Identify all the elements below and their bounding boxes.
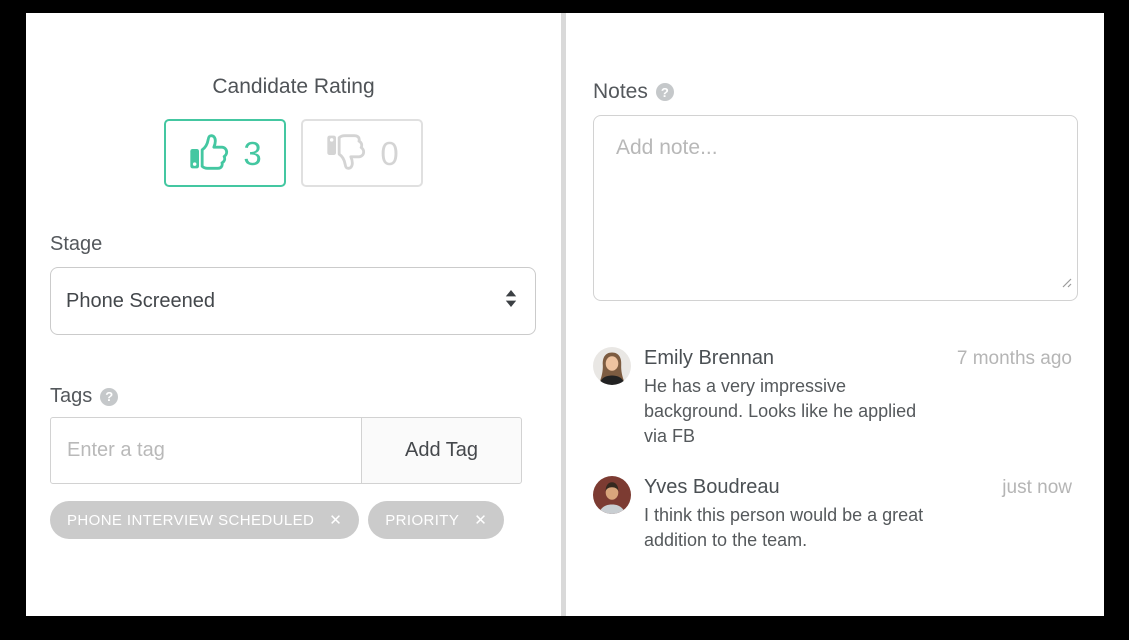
resize-handle-icon[interactable] <box>1061 275 1072 293</box>
comment-main: Yves Boudreau just now I think this pers… <box>644 476 1072 553</box>
tag-pill: PRIORITY ✕ <box>368 501 504 539</box>
tag-pill-label: PHONE INTERVIEW SCHEDULED <box>67 512 314 529</box>
thumbs-up-count: 3 <box>243 137 261 170</box>
comment-header: Yves Boudreau just now <box>644 476 1072 499</box>
remove-tag-icon[interactable]: ✕ <box>474 511 487 529</box>
comment-item: Emily Brennan 7 months ago He has a very… <box>593 347 1072 449</box>
add-tag-button[interactable]: Add Tag <box>361 417 522 484</box>
notes-header: Notes ? <box>593 80 674 104</box>
select-arrows-icon <box>505 290 517 313</box>
thumbs-up-icon <box>188 132 232 175</box>
comment-list: Emily Brennan 7 months ago He has a very… <box>593 347 1072 580</box>
stage-select-value: Phone Screened <box>66 290 215 313</box>
comment-main: Emily Brennan 7 months ago He has a very… <box>644 347 1072 449</box>
note-box <box>593 115 1078 301</box>
thumbs-down-button[interactable]: 0 <box>301 119 423 187</box>
rating-buttons: 3 0 <box>26 119 561 187</box>
note-input[interactable] <box>593 115 1078 301</box>
notes-label: Notes <box>593 80 648 104</box>
thumbs-up-button[interactable]: 3 <box>164 119 286 187</box>
comment-timestamp: 7 months ago <box>957 348 1072 370</box>
comment-text: I think this person would be a great add… <box>644 503 939 553</box>
comment-author: Emily Brennan <box>644 347 774 370</box>
tag-input[interactable] <box>50 417 362 484</box>
rating-section: Candidate Rating 3 <box>26 13 561 616</box>
comment-author: Yves Boudreau <box>644 476 780 499</box>
stage-label: Stage <box>50 233 102 256</box>
tag-pill-label: PRIORITY <box>385 512 459 529</box>
comment-item: Yves Boudreau just now I think this pers… <box>593 476 1072 553</box>
remove-tag-icon[interactable]: ✕ <box>329 511 342 529</box>
tags-header: Tags ? <box>50 385 118 408</box>
tag-entry-row: Add Tag <box>50 417 522 484</box>
tags-label: Tags <box>50 385 92 408</box>
help-icon[interactable]: ? <box>656 83 674 101</box>
avatar <box>593 347 631 385</box>
comment-text: He has a very impressive background. Loo… <box>644 374 939 449</box>
comment-timestamp: just now <box>1002 477 1072 499</box>
thumbs-down-icon <box>325 132 369 175</box>
avatar <box>593 476 631 514</box>
candidate-panel: Candidate Rating 3 <box>26 13 1104 616</box>
stage-select[interactable]: Phone Screened <box>50 267 536 335</box>
notes-section: Notes ? <box>566 13 1104 616</box>
comment-header: Emily Brennan 7 months ago <box>644 347 1072 370</box>
candidate-rating-title: Candidate Rating <box>26 75 561 99</box>
tag-pill: PHONE INTERVIEW SCHEDULED ✕ <box>50 501 359 539</box>
tag-pill-list: PHONE INTERVIEW SCHEDULED ✕ PRIORITY ✕ <box>50 501 504 539</box>
help-icon[interactable]: ? <box>100 388 118 406</box>
thumbs-down-count: 0 <box>380 137 398 170</box>
